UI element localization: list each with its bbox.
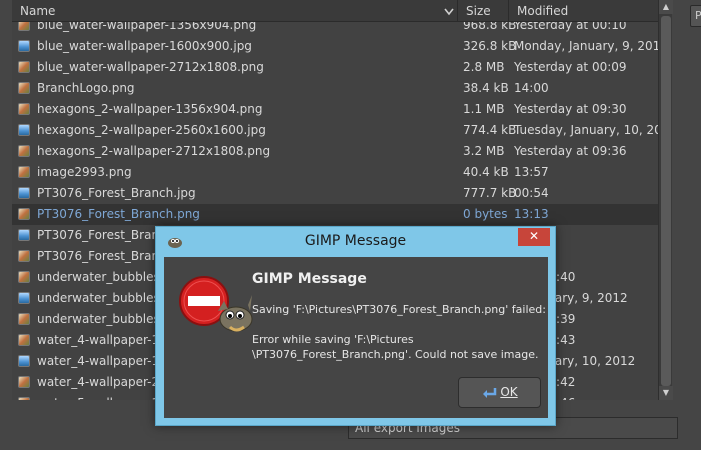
png-image-icon — [18, 271, 30, 283]
file-list-header: Name Size Modified — [12, 0, 658, 22]
file-size: 40.4 kB — [463, 165, 509, 179]
ok-label: OK — [500, 385, 518, 399]
png-image-icon — [18, 376, 30, 388]
scroll-down-icon[interactable]: ▼ — [659, 386, 673, 400]
column-header-name[interactable]: Name — [12, 0, 458, 22]
message-line-2: Error while saving 'F:\Pictures — [252, 333, 414, 346]
file-name: image2993.png — [37, 165, 132, 179]
ok-button[interactable]: OK — [458, 377, 541, 408]
dialog-body: GIMP Message Saving 'F:\Pictures\PT3076_… — [164, 257, 548, 418]
file-row[interactable]: PT3076_Forest_Branch.jpg 777.7 kB 00:54 — [12, 183, 658, 204]
file-row[interactable]: blue_water-wallpaper-2712x1808.png 2.8 MB… — [12, 57, 658, 78]
close-icon: ✕ — [528, 229, 540, 243]
jpg-image-icon — [18, 292, 30, 304]
file-row[interactable]: hexagons_2-wallpaper-1356x904.png 1.1 MB Y… — [12, 99, 658, 120]
file-name: blue_water-wallpaper-1600x900.jpg — [37, 39, 252, 53]
jpg-image-icon — [18, 124, 30, 136]
png-image-icon — [18, 334, 30, 346]
file-size: 1.1 MB — [463, 102, 505, 116]
file-name: BranchLogo.png — [37, 81, 135, 95]
preview-pane: P — [680, 0, 701, 450]
file-row[interactable]: image2993.png 40.4 kB 13:57 — [12, 162, 658, 183]
error-icon — [179, 276, 253, 332]
column-size-label: Size — [466, 4, 491, 18]
file-modified: Yesterday at 09:30 — [514, 102, 627, 116]
file-modified: 00:54 — [514, 186, 549, 200]
file-size: 777.7 kB — [463, 186, 517, 200]
file-name: hexagons_2-wallpaper-2560x1600.jpg — [37, 123, 266, 137]
file-size: 0 bytes — [463, 207, 508, 221]
file-modified: 13:13 — [514, 207, 549, 221]
file-name: underwater_bubbles-w — [37, 270, 174, 284]
file-row[interactable]: PT3076_Forest_Branch.png 0 bytes 13:13 — [12, 204, 658, 225]
scroll-up-icon[interactable]: ▲ — [659, 0, 673, 14]
file-modified: Yesterday at 09:36 — [514, 144, 627, 158]
preview-button-label: P — [695, 9, 701, 22]
file-modified: Monday, January, 9, 2012 — [514, 39, 658, 53]
file-name: PT3076_Forest_Branch.png — [37, 207, 200, 221]
png-image-icon — [18, 313, 30, 325]
scrollbar-thumb[interactable] — [661, 16, 671, 386]
file-modified: Tuesday, January, 10, 2012 — [514, 123, 658, 137]
sort-descending-icon[interactable] — [442, 4, 456, 18]
gimp-export-window: blue_water-wallpaper-1356x904.png 968.8 k… — [0, 0, 701, 450]
file-name: water_4-wallpaper-192 — [37, 354, 175, 368]
png-image-icon — [18, 250, 30, 262]
png-image-icon — [18, 145, 30, 157]
png-image-icon — [18, 82, 30, 94]
png-image-icon — [18, 103, 30, 115]
file-name: PT3076_Forest_Branch.jpg — [37, 186, 196, 200]
column-header-size[interactable]: Size — [458, 0, 509, 22]
file-row[interactable]: blue_water-wallpaper-1600x900.jpg 326.8 k… — [12, 36, 658, 57]
file-size: 2.8 MB — [463, 60, 505, 74]
preview-button[interactable]: P — [690, 5, 701, 27]
jpg-image-icon — [18, 187, 30, 199]
gimp-message-dialog: GIMP Message ✕ GIMP Message Saving 'F:\P… — [155, 226, 556, 426]
file-name: underwater_bubbles-w — [37, 291, 174, 305]
close-button[interactable]: ✕ — [518, 228, 550, 246]
file-name: hexagons_2-wallpaper-1356x904.png — [37, 102, 263, 116]
file-modified: Yesterday at 00:09 — [514, 60, 627, 74]
file-list-scrollbar[interactable]: ▲ ▼ — [658, 0, 673, 400]
png-image-icon — [18, 61, 30, 73]
file-size: 326.8 kB — [463, 39, 517, 53]
file-modified: 14:00 — [514, 81, 549, 95]
column-modified-label: Modified — [517, 4, 569, 18]
message-line-3: \PT3076_Forest_Branch.png'. Could not sa… — [252, 348, 539, 361]
jpg-image-icon — [18, 355, 30, 367]
file-size: 38.4 kB — [463, 81, 509, 95]
file-name: water_5-wallpaper-135 — [37, 393, 174, 400]
file-size: 3.2 MB — [463, 144, 505, 158]
message-line-1: Saving 'F:\Pictures\PT3076_Forest_Branch… — [252, 303, 546, 316]
column-name-label: Name — [20, 4, 56, 18]
file-name: water_4-wallpaper-271 — [37, 375, 175, 389]
message-heading: GIMP Message — [252, 271, 367, 287]
file-name: PT3076_Forest_Branch — [37, 228, 174, 242]
file-row[interactable]: hexagons_2-wallpaper-2560x1600.jpg 774.4 … — [12, 120, 658, 141]
file-modified: 13:57 — [514, 165, 549, 179]
column-header-modified[interactable]: Modified — [509, 0, 658, 22]
file-row[interactable]: hexagons_2-wallpaper-2712x1808.png 3.2 MB… — [12, 141, 658, 162]
file-name: hexagons_2-wallpaper-2712x1808.png — [37, 144, 271, 158]
file-name: water_4-wallpaper-135 — [37, 333, 175, 347]
png-image-icon — [18, 208, 30, 220]
enter-arrow-icon — [483, 387, 497, 398]
jpg-image-icon — [18, 229, 30, 241]
file-row[interactable]: BranchLogo.png 38.4 kB 14:00 — [12, 78, 658, 99]
dialog-titlebar[interactable]: GIMP Message ✕ — [156, 227, 555, 255]
file-name: blue_water-wallpaper-2712x1808.png — [37, 60, 264, 74]
png-image-icon — [18, 166, 30, 178]
file-name: PT3076_Forest_Branch — [37, 249, 174, 263]
dialog-window-title: GIMP Message — [304, 233, 407, 249]
file-size: 774.4 kB — [463, 123, 517, 137]
file-name: underwater_bubbles-w — [37, 312, 174, 326]
jpg-image-icon — [18, 40, 30, 52]
